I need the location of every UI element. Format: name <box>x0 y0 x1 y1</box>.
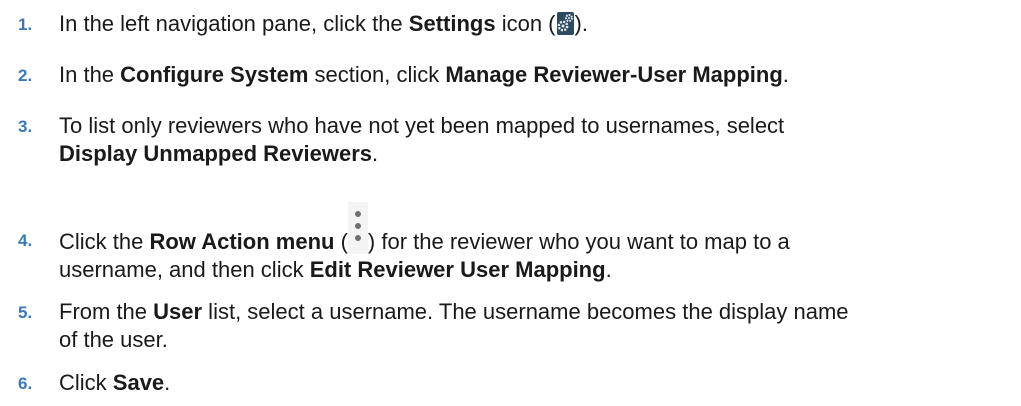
step-number: 6. <box>18 374 33 393</box>
row-action-menu-label: Row Action menu <box>149 229 335 254</box>
step-text: From the User list, select a username. T… <box>59 298 1009 354</box>
text-run: section, click <box>308 62 446 87</box>
text-run: In the <box>59 62 121 87</box>
step-text: Click the Row Action menu ( ) for the rev… <box>59 202 1009 284</box>
step-text: Click Save. <box>59 369 1009 397</box>
step-number: 1. <box>18 15 33 34</box>
kebab-menu-icon <box>347 202 368 254</box>
text-run: To list only reviewers who have not yet … <box>59 113 785 138</box>
step-text: In the left navigation pane, click the S… <box>59 10 1009 38</box>
step-number: 2. <box>18 66 33 85</box>
save-label: Save <box>112 370 165 395</box>
text-run: From the <box>59 299 154 324</box>
settings-gear-icon <box>556 12 574 35</box>
settings-label: Settings <box>408 11 496 36</box>
text-run: ). <box>574 11 588 36</box>
manage-mapping-label: Manage Reviewer-User Mapping <box>445 62 783 87</box>
text-run: . <box>605 257 612 282</box>
text-run: . <box>164 370 171 395</box>
text-run: list, select a username. The username be… <box>202 299 849 324</box>
text-run: of the user. <box>59 327 168 352</box>
step-number: 4. <box>18 231 33 250</box>
step-number: 3. <box>18 117 33 136</box>
step-text: To list only reviewers who have not yet … <box>59 112 1009 168</box>
text-run: Click the <box>59 229 150 254</box>
step-text: In the Configure System section, click M… <box>59 61 1009 89</box>
text-run: icon ( <box>495 11 556 36</box>
text-run: In the left navigation pane, click the <box>59 11 409 36</box>
text-run: ( <box>334 229 348 254</box>
text-run: . <box>782 62 789 87</box>
text-run: ) for the reviewer who you want to map t… <box>367 229 790 254</box>
edit-mapping-label: Edit Reviewer User Mapping <box>309 257 606 282</box>
text-run: . <box>372 141 379 166</box>
step-number: 5. <box>18 303 33 322</box>
display-unmapped-label: Display Unmapped Reviewers <box>59 141 373 166</box>
user-label: User <box>153 299 203 324</box>
instruction-steps: 1. In the left navigation pane, click th… <box>0 0 1021 406</box>
configure-system-label: Configure System <box>120 62 309 87</box>
text-run: username, and then click <box>59 257 310 282</box>
text-run: Click <box>59 370 113 395</box>
